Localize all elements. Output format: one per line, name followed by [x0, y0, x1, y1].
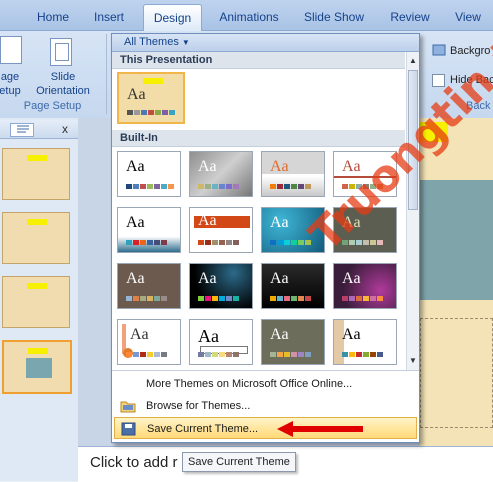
tab-design[interactable]: Design [143, 4, 202, 31]
folder-icon [120, 399, 136, 413]
tab-animations[interactable]: Animations [210, 6, 288, 28]
slide-thumbnail[interactable] [2, 276, 70, 328]
theme-equity[interactable]: Aa [189, 207, 253, 253]
slide-picture[interactable] [420, 180, 493, 300]
tab-insert[interactable]: Insert [86, 6, 132, 28]
theme-current[interactable]: Aa [117, 72, 185, 124]
more-themes-online[interactable]: More Themes on Microsoft Office Online..… [114, 373, 417, 395]
theme-solstice[interactable]: Aa [333, 319, 397, 365]
themes-gallery-dropdown: All Themes ▼ This Presentation Aa Built-… [111, 33, 420, 443]
page-setup-icon [0, 36, 22, 64]
slide-orientation-button[interactable]: Slide Orientation [28, 70, 98, 98]
slide-canvas[interactable] [420, 118, 493, 448]
save-current-theme[interactable]: Save Current Theme... [114, 417, 417, 439]
theme-oriel[interactable]: Aa [117, 319, 181, 365]
gallery-scrollbar[interactable]: ▲ ▼ [406, 52, 419, 370]
scroll-up-icon[interactable]: ▲ [407, 54, 419, 68]
scroll-down-icon[interactable]: ▼ [407, 354, 419, 368]
menu-divider [112, 370, 419, 371]
theme-median[interactable]: Aa [117, 263, 181, 309]
group-divider [106, 34, 107, 114]
theme-apex[interactable]: Aa [189, 151, 253, 197]
page-setup-button[interactable]: age etup [0, 70, 22, 98]
theme-aspect[interactable]: Aa [261, 151, 325, 197]
slide-thumbnail[interactable] [2, 148, 70, 200]
all-themes-dropdown[interactable]: All Themes ▼ [116, 35, 204, 49]
theme-paper[interactable]: Aa [261, 319, 325, 365]
office-button-edge[interactable] [2, 6, 28, 28]
section-this-presentation: This Presentation [112, 52, 405, 69]
close-icon[interactable]: x [62, 122, 68, 136]
theme-origin[interactable]: Aa [189, 319, 253, 365]
theme-module[interactable]: Aa [261, 263, 325, 309]
slide-thumbnail-selected[interactable] [2, 340, 72, 394]
theme-opulent[interactable]: Aa [333, 263, 397, 309]
background-styles-icon [432, 44, 446, 56]
slide-content-placeholder[interactable] [420, 318, 493, 428]
all-themes-label: All Themes [124, 36, 179, 48]
slides-pane: x [0, 118, 79, 481]
page-setup-group-label: Page Setup [23, 100, 82, 112]
outline-tab-icon[interactable] [16, 124, 30, 134]
browse-for-themes[interactable]: Browse for Themes... [114, 395, 417, 417]
slide-orientation-icon [50, 38, 72, 66]
tab-home[interactable]: Home [30, 6, 76, 28]
tab-view[interactable]: View [448, 6, 488, 28]
tab-review[interactable]: Review [382, 6, 438, 28]
theme-concourse[interactable]: Aa [117, 207, 181, 253]
thumbnail-picture [26, 358, 52, 378]
dropdown-arrow-icon: ▼ [181, 38, 190, 47]
arrow-icon [277, 421, 363, 437]
save-theme-icon [121, 422, 137, 436]
tab-slide-show[interactable]: Slide Show [296, 6, 372, 28]
theme-office[interactable]: Aa [117, 151, 181, 197]
theme-metro[interactable]: Aa [189, 263, 253, 309]
tooltip: Save Current Theme [182, 452, 296, 472]
slides-pane-header: x [0, 120, 78, 139]
notes-placeholder: Click to add r [90, 454, 178, 471]
ribbon-tab-bar: Home Insert Design Animations Slide Show… [0, 0, 493, 31]
gallery-filter-bar: All Themes ▼ [112, 34, 419, 52]
section-built-in: Built-In [112, 130, 405, 147]
slide-thumbnail[interactable] [2, 212, 70, 264]
